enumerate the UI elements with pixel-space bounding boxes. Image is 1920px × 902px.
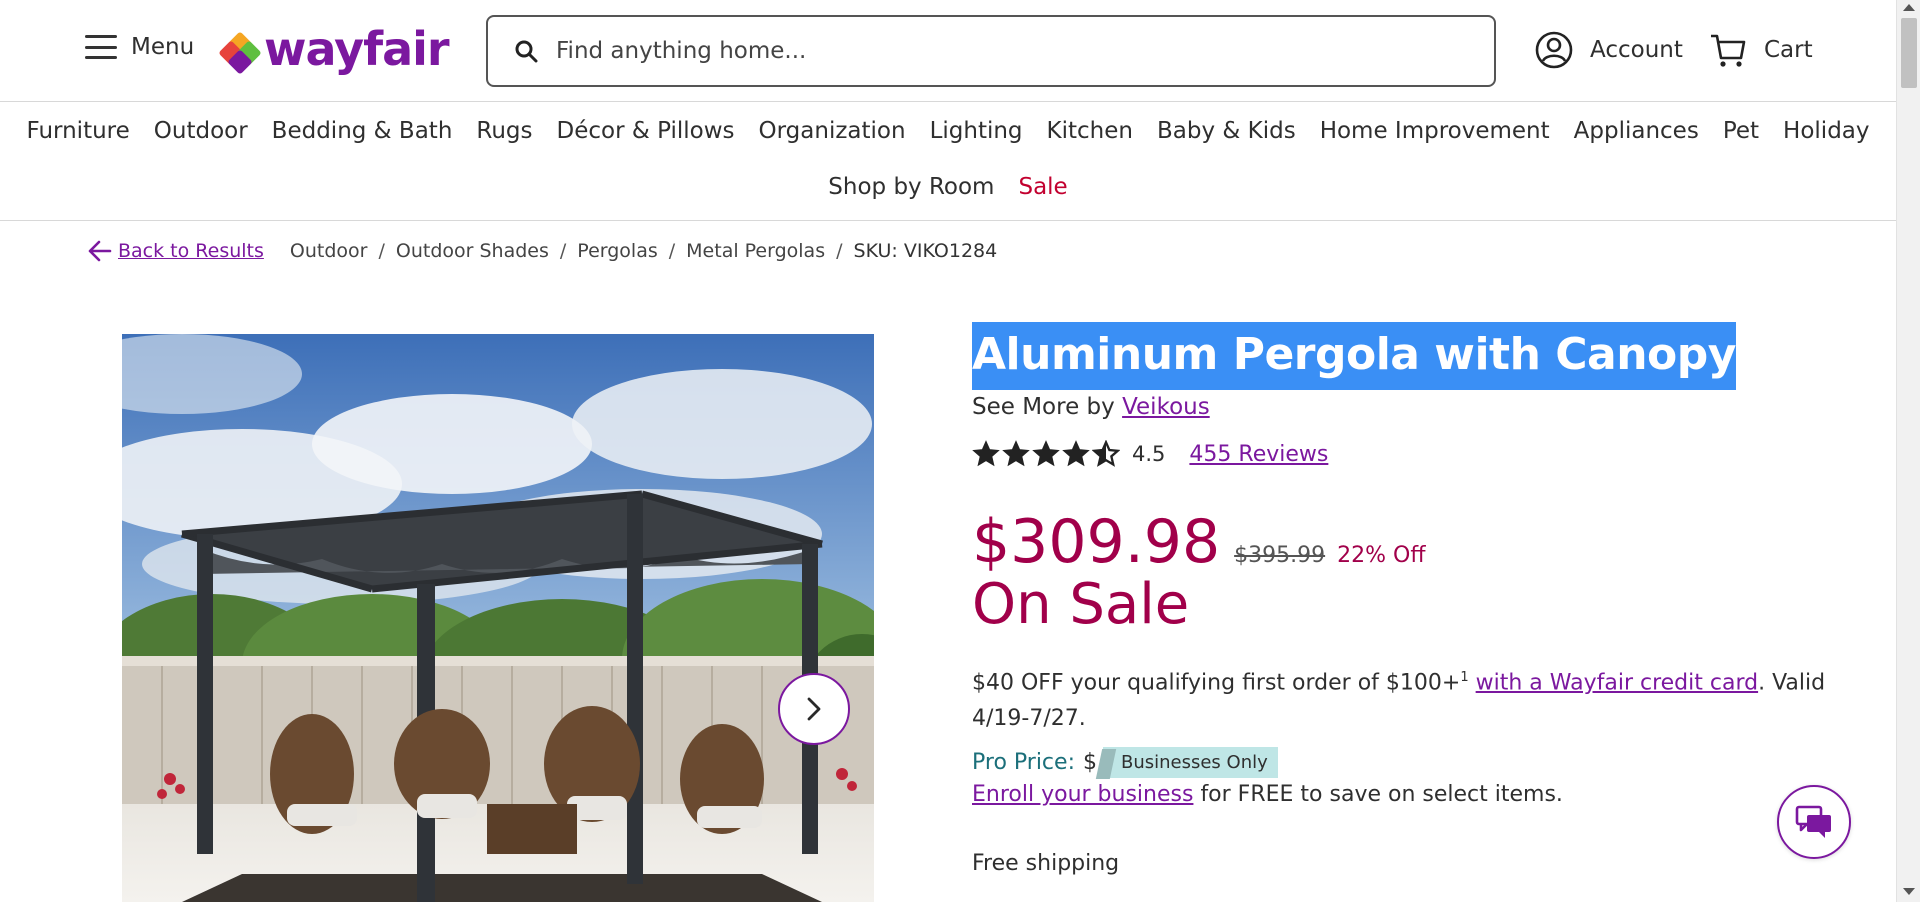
- breadcrumb-separator: /: [559, 240, 567, 262]
- account-button[interactable]: Account: [1534, 30, 1683, 70]
- breadcrumb-separator: /: [668, 240, 676, 262]
- back-to-results-link[interactable]: Back to Results: [88, 240, 264, 262]
- chat-button[interactable]: [1777, 785, 1851, 859]
- arrow-left-icon: [88, 240, 112, 262]
- breadcrumb-separator: /: [378, 240, 385, 262]
- next-image-button[interactable]: [778, 673, 850, 745]
- star-filled-icon: [1062, 440, 1090, 467]
- scrollbar-thumb[interactable]: [1901, 18, 1917, 88]
- breadcrumb-metal-pergolas[interactable]: Metal Pergolas: [686, 240, 825, 262]
- product-page: Menu wayfair Account: [0, 0, 1896, 902]
- category-baby-kids[interactable]: Baby & Kids: [1157, 118, 1296, 144]
- cart-icon: [1711, 34, 1746, 67]
- pro-price-label: Pro Price:: [972, 750, 1075, 776]
- category-furniture[interactable]: Furniture: [27, 118, 130, 144]
- hamburger-icon: [85, 35, 117, 59]
- category-nav: Furniture Outdoor Bedding & Bath Rugs Décor …: [0, 103, 1896, 200]
- cart-label: Cart: [1764, 37, 1813, 63]
- see-more-by: See More by Veikous: [972, 394, 1832, 420]
- category-row-1: Furniture Outdoor Bedding & Bath Rugs Décor …: [0, 118, 1896, 144]
- reviews-link[interactable]: 455 Reviews: [1189, 442, 1328, 467]
- discount-label: 22% Off: [1337, 543, 1426, 568]
- breadcrumb-separator: /: [836, 240, 843, 262]
- category-row-2: Shop by Room Sale: [0, 174, 1896, 200]
- logo-text: wayfair: [264, 22, 450, 76]
- credit-card-promo: $40 OFF your qualifying first order of $…: [972, 660, 1832, 737]
- product-sku: SKU: VIKO1284: [853, 240, 998, 262]
- category-outdoor[interactable]: Outdoor: [154, 118, 248, 144]
- category-rugs[interactable]: Rugs: [476, 118, 532, 144]
- breadcrumb: Back to Results Outdoor / Outdoor Shades…: [88, 240, 997, 262]
- scroll-down-arrow-icon[interactable]: [1903, 888, 1915, 895]
- businesses-only-badge: Businesses Only: [1102, 747, 1278, 779]
- site-header: Menu wayfair Account: [0, 0, 1896, 102]
- promo-text: $40 OFF your qualifying first order of $…: [972, 670, 1461, 696]
- chevron-right-icon: [807, 697, 821, 721]
- enroll-text: for FREE to save on select items.: [1200, 782, 1563, 808]
- product-image[interactable]: [122, 334, 874, 902]
- search-icon: [515, 40, 538, 63]
- category-appliances[interactable]: Appliances: [1574, 118, 1699, 144]
- brand-link[interactable]: Veikous: [1122, 394, 1210, 420]
- breadcrumb-outdoor-shades[interactable]: Outdoor Shades: [396, 240, 549, 262]
- enroll-row: Enroll your business for FREE to save on…: [972, 782, 1832, 807]
- page-scrollbar[interactable]: [1896, 0, 1920, 902]
- rating-row: 4.5 455 Reviews: [972, 440, 1832, 468]
- rating-value: 4.5: [1132, 442, 1166, 466]
- breadcrumb-pergolas[interactable]: Pergolas: [577, 240, 657, 262]
- star-filled-icon: [972, 440, 1000, 467]
- chat-icon: [1795, 805, 1831, 838]
- shipping-info: Free shipping: [972, 851, 1120, 877]
- search-input[interactable]: [556, 38, 1456, 64]
- credit-card-link[interactable]: with a Wayfair credit card: [1476, 670, 1758, 695]
- pro-price-value: $: [1082, 750, 1097, 776]
- logo-mark-icon: [218, 31, 262, 75]
- wayfair-logo[interactable]: wayfair: [218, 22, 450, 76]
- search-bar[interactable]: [486, 15, 1496, 87]
- sale-price: $309.98: [972, 507, 1221, 577]
- product-title: Aluminum Pergola with Canopy: [972, 322, 1736, 390]
- star-filled-icon: [1032, 440, 1060, 467]
- cart-button[interactable]: Cart: [1708, 30, 1813, 70]
- pro-price-row: Pro Price: $ Businesses Only: [972, 747, 1832, 779]
- star-filled-icon: [1002, 440, 1030, 467]
- star-half-icon: [1092, 440, 1120, 467]
- category-shop-by-room[interactable]: Shop by Room: [828, 174, 994, 200]
- category-sale[interactable]: Sale: [1018, 174, 1067, 200]
- promo-footnote: 1: [1460, 670, 1469, 685]
- menu-label: Menu: [131, 34, 195, 60]
- category-home-improvement[interactable]: Home Improvement: [1320, 118, 1550, 144]
- price-row: $309.98 $395.99 22% Off: [972, 510, 1832, 574]
- category-pet[interactable]: Pet: [1723, 118, 1759, 144]
- category-kitchen[interactable]: Kitchen: [1047, 118, 1133, 144]
- enroll-business-link[interactable]: Enroll your business: [972, 782, 1193, 807]
- pergola-photo: [122, 334, 874, 902]
- category-organization[interactable]: Organization: [759, 118, 906, 144]
- nav-divider: [0, 220, 1896, 221]
- account-label: Account: [1590, 37, 1683, 63]
- category-bedding-bath[interactable]: Bedding & Bath: [272, 118, 453, 144]
- star-rating: [972, 440, 1120, 468]
- original-price: $395.99: [1234, 543, 1326, 568]
- account-icon: [1535, 31, 1573, 69]
- scroll-up-arrow-icon[interactable]: [1903, 4, 1915, 11]
- see-more-prefix: See More by: [972, 394, 1115, 420]
- product-info: Aluminum Pergola with Canopy See More by…: [972, 322, 1832, 876]
- category-lighting[interactable]: Lighting: [930, 118, 1023, 144]
- back-to-results-label: Back to Results: [118, 240, 264, 262]
- on-sale-label: On Sale: [972, 572, 1190, 637]
- category-holiday[interactable]: Holiday: [1783, 118, 1869, 144]
- menu-button[interactable]: Menu: [85, 34, 194, 60]
- breadcrumb-outdoor[interactable]: Outdoor: [290, 240, 368, 262]
- category-d-cor-pillows[interactable]: Décor & Pillows: [557, 118, 735, 144]
